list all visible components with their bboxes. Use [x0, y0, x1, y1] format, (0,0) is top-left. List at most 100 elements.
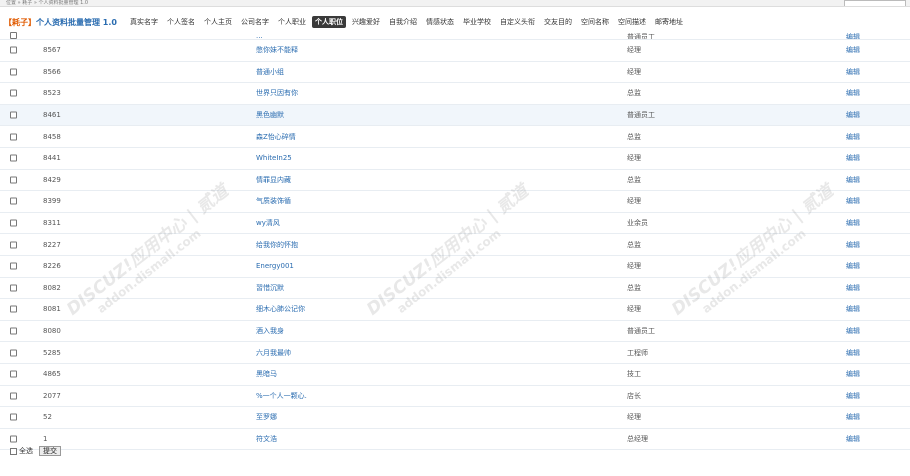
row-value: 气质装饰循	[256, 197, 291, 206]
edit-link[interactable]: 编辑	[846, 434, 860, 444]
row-job: 店长	[627, 391, 641, 400]
tab-0[interactable]: 真实名字	[127, 16, 161, 28]
row-uid: 2077	[43, 391, 61, 400]
edit-link[interactable]: 编辑	[846, 261, 860, 271]
row-job: 总监	[627, 175, 641, 184]
tab-6[interactable]: 兴趣爱好	[349, 16, 383, 28]
row-checkbox[interactable]	[10, 284, 17, 292]
table-row: 5285 六月我最帅 工程师 编辑	[0, 342, 910, 364]
table-row: 52 至罗娜 经理 编辑	[0, 407, 910, 429]
row-checkbox[interactable]	[10, 68, 17, 76]
row-checkbox[interactable]	[10, 32, 17, 39]
edit-link[interactable]: 编辑	[846, 369, 860, 379]
edit-link[interactable]: 编辑	[846, 175, 860, 185]
edit-link[interactable]: 编辑	[846, 32, 860, 39]
brand-label: 【耗子】	[4, 17, 36, 27]
row-checkbox[interactable]	[10, 154, 17, 162]
row-checkbox[interactable]	[10, 111, 17, 119]
table-row: 8566 普通小组 经理 编辑	[0, 62, 910, 84]
row-uid: 8567	[43, 46, 61, 55]
row-checkbox[interactable]	[10, 46, 17, 54]
tab-10[interactable]: 自定义头衔	[497, 16, 538, 28]
row-value: 至罗娜	[256, 413, 277, 422]
edit-link[interactable]: 编辑	[846, 88, 860, 98]
edit-link[interactable]: 编辑	[846, 304, 860, 314]
edit-link[interactable]: 编辑	[846, 240, 860, 250]
select-all-label: 全选	[19, 447, 33, 455]
row-value: ...	[256, 32, 263, 40]
row-uid: 8461	[43, 111, 61, 120]
row-uid: 8080	[43, 327, 61, 336]
row-checkbox[interactable]	[10, 413, 17, 421]
row-value: 習惜沉默	[256, 283, 284, 292]
submit-button[interactable]: 提交	[39, 446, 61, 456]
tab-5[interactable]: 个人职位	[311, 16, 346, 28]
tab-7[interactable]: 自我介绍	[386, 16, 420, 28]
table-row: 8226 Energy001 经理 编辑	[0, 256, 910, 278]
row-value: 情罪显内藏	[256, 175, 291, 184]
table-row: 8082 習惜沉默 总监 编辑	[0, 278, 910, 300]
row-checkbox[interactable]	[10, 305, 17, 313]
tab-12[interactable]: 空间名称	[578, 16, 612, 28]
row-checkbox[interactable]	[10, 241, 17, 249]
row-job: 普通员工	[627, 327, 655, 336]
table-row: 8399 气质装饰循 经理 编辑	[0, 191, 910, 213]
tab-1[interactable]: 个人签名	[164, 16, 198, 28]
row-uid: 8226	[43, 262, 61, 271]
row-job: 经理	[627, 413, 641, 422]
row-job: 业余员	[627, 219, 648, 228]
tab-11[interactable]: 交友目的	[541, 16, 575, 28]
row-job: 经理	[627, 197, 641, 206]
row-checkbox[interactable]	[10, 197, 17, 205]
top-search-input[interactable]	[844, 0, 906, 6]
row-checkbox[interactable]	[10, 89, 17, 97]
table-row: 8461 黑色幽默 普通员工 编辑	[0, 104, 910, 127]
breadcrumb: 位置 » 耗子 » 个人资料批量管理 1.0	[6, 0, 89, 6]
row-uid: 1	[43, 434, 48, 443]
row-job: 工程师	[627, 348, 648, 357]
row-job: 经理	[627, 305, 641, 314]
row-uid: 8311	[43, 219, 61, 228]
tab-2[interactable]: 个人主页	[201, 16, 235, 28]
tab-8[interactable]: 情感状态	[423, 16, 457, 28]
tab-14[interactable]: 邮寄地址	[652, 16, 686, 28]
row-checkbox[interactable]	[10, 219, 17, 227]
tab-4[interactable]: 个人职业	[275, 16, 309, 28]
select-all-checkbox[interactable]	[10, 447, 17, 455]
edit-link[interactable]: 编辑	[846, 67, 860, 77]
edit-link[interactable]: 编辑	[846, 196, 860, 206]
row-value: 给我你的怀抱	[256, 240, 298, 249]
tab-9[interactable]: 毕业学校	[460, 16, 494, 28]
edit-link[interactable]: 编辑	[846, 412, 860, 422]
row-checkbox[interactable]	[10, 349, 17, 357]
tab-13[interactable]: 空间描述	[615, 16, 649, 28]
edit-link[interactable]: 编辑	[846, 153, 860, 163]
edit-link[interactable]: 编辑	[846, 348, 860, 358]
edit-link[interactable]: 编辑	[846, 283, 860, 293]
edit-link[interactable]: 编辑	[846, 391, 860, 401]
edit-link[interactable]: 编辑	[846, 326, 860, 336]
edit-link[interactable]: 编辑	[846, 45, 860, 55]
row-job: 总经理	[627, 434, 648, 443]
table-row: 2077 %一个人一颗心. 店长 编辑	[0, 386, 910, 408]
row-uid: 8566	[43, 67, 61, 76]
row-value: 世界只因有你	[256, 89, 298, 98]
table-row: 8458 森Z怡心碎情 总监 编辑	[0, 126, 910, 148]
row-checkbox[interactable]	[10, 176, 17, 184]
row-value: WhiteIn25	[256, 154, 292, 163]
row-uid: 5285	[43, 348, 61, 357]
table-footer: 全选 提交	[0, 445, 61, 457]
tab-3[interactable]: 公司名字	[238, 16, 272, 28]
row-value: 酒入我身	[256, 327, 284, 336]
row-checkbox[interactable]	[10, 370, 17, 378]
row-checkbox[interactable]	[10, 262, 17, 270]
row-checkbox[interactable]	[10, 392, 17, 400]
edit-link[interactable]: 编辑	[846, 132, 860, 142]
edit-link[interactable]: 编辑	[846, 110, 860, 120]
row-job: 经理	[627, 154, 641, 163]
row-checkbox[interactable]	[10, 435, 17, 443]
row-checkbox[interactable]	[10, 133, 17, 141]
row-checkbox[interactable]	[10, 327, 17, 335]
row-value: 憋你妹不能释	[256, 46, 298, 55]
edit-link[interactable]: 编辑	[846, 218, 860, 228]
